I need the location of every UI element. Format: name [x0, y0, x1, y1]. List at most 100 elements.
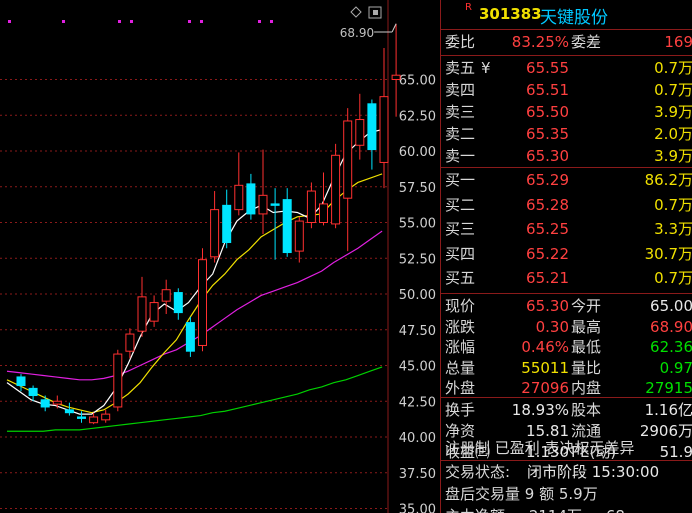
- ask-volume: 0.7万: [654, 59, 692, 77]
- quote-panel: R 301383 天键股份 委比 83.25% 委差 169 注册制 已盈利 表…: [440, 0, 692, 513]
- trade-status-label: 交易状态:: [445, 463, 511, 481]
- ask-row: 卖三 65.50 3.9万: [441, 101, 692, 124]
- y-tick-label: 45.00: [399, 360, 436, 375]
- fin-row: 净资 15.81 流通 2906万: [441, 420, 692, 443]
- bid-row: 买四 65.22 30.7万: [441, 243, 692, 266]
- candle-body[interactable]: [198, 259, 207, 346]
- candle-body[interactable]: [331, 154, 341, 225]
- candle-body[interactable]: [113, 353, 123, 408]
- y-tick-label: 65.00: [399, 74, 436, 89]
- ask-label: 卖一: [445, 147, 476, 165]
- y-tick-label: 42.50: [399, 395, 436, 410]
- marker-dot: [62, 20, 65, 23]
- candle-body[interactable]: [185, 322, 195, 352]
- kline-svg[interactable]: 65.00 62.50 60.00 57.50 55.00 52.50 50.00 47.50…: [0, 0, 440, 513]
- weibi-value: 83.25%: [511, 33, 569, 51]
- ask-label: 卖二: [445, 125, 476, 143]
- candle-body[interactable]: [16, 376, 26, 387]
- marker-dot: [118, 20, 121, 23]
- candle-body[interactable]: [246, 183, 256, 215]
- bid-price: 65.22: [526, 244, 569, 263]
- bid-row: 买五 65.21 0.7万: [441, 267, 692, 290]
- info-line-4: 主力净额 ... 2114万 ... 68: [441, 505, 692, 513]
- ask-price: 65.30: [526, 147, 569, 165]
- candle-body[interactable]: [306, 190, 316, 223]
- candle-body[interactable]: [270, 203, 280, 206]
- marker-dot: [8, 20, 11, 23]
- candle-body[interactable]: [379, 96, 389, 163]
- y-tick-label: 57.50: [399, 181, 436, 196]
- candle-body[interactable]: [355, 119, 365, 146]
- fin-label: 股本: [571, 401, 602, 419]
- y-tick-label: 37.50: [399, 467, 436, 482]
- window-icon-inner: [373, 10, 378, 15]
- bid-volume: 86.2万: [644, 171, 692, 189]
- trade-status-value: 闭市阶段 15:30:00: [527, 463, 660, 481]
- r-mark: R: [465, 2, 472, 13]
- ask-row: 卖四 65.51 0.7万: [441, 79, 692, 102]
- y-tick-label: 47.50: [399, 324, 436, 339]
- ask-row: 卖二 65.35 2.0万: [441, 123, 692, 146]
- y-tick-label: 35.00: [399, 503, 436, 513]
- kline-chart[interactable]: 65.00 62.50 60.00 57.50 55.00 52.50 50.00 47.50…: [0, 0, 440, 513]
- fin-value: 1.16亿: [644, 401, 692, 419]
- stat-value: 27915: [645, 379, 692, 397]
- candle-body[interactable]: [391, 74, 401, 80]
- candle-body[interactable]: [125, 333, 135, 352]
- divider: [441, 29, 692, 30]
- ask-label: 卖五: [445, 59, 476, 77]
- ma5-line: [6, 128, 383, 415]
- candle-body[interactable]: [222, 204, 232, 244]
- bid-label: 买四: [445, 244, 476, 263]
- candle-body[interactable]: [149, 302, 159, 322]
- fin-value: 2906万: [639, 422, 692, 440]
- y-tick-label: 62.50: [399, 109, 436, 124]
- candle-body[interactable]: [282, 199, 292, 254]
- bid-price: 65.29: [526, 171, 569, 189]
- stat-row: 外盘 27096 内盘 27915: [441, 377, 692, 400]
- candle-body[interactable]: [343, 120, 353, 199]
- bid-row: 买一 65.29 86.2万: [441, 169, 692, 192]
- candle-body[interactable]: [64, 409, 74, 414]
- candle-body[interactable]: [161, 289, 171, 302]
- bid-label: 买二: [445, 195, 476, 214]
- bid-label: 买五: [445, 269, 476, 287]
- candle-body[interactable]: [173, 292, 183, 314]
- stock-name[interactable]: 天键股份: [540, 3, 608, 28]
- y-tick-label: 55.00: [399, 217, 436, 232]
- candle-body[interactable]: [28, 387, 38, 397]
- stat-value: 27096: [521, 379, 569, 397]
- candle-body[interactable]: [101, 413, 111, 421]
- candle-body[interactable]: [52, 400, 62, 405]
- marker-dot: [270, 20, 273, 23]
- info-line-2: 交易状态: 闭市阶段 15:30:00: [441, 461, 692, 484]
- candle-body[interactable]: [137, 296, 147, 332]
- divider: [441, 293, 692, 294]
- diamond-icon[interactable]: [350, 6, 362, 18]
- fin-label: 换手: [445, 401, 476, 419]
- marker-dot: [130, 20, 133, 23]
- bid-volume: 30.7万: [644, 244, 692, 263]
- bid-price: 65.25: [526, 220, 569, 238]
- weicha-label: 委差: [571, 33, 602, 51]
- main-net-flow: 主力净额 ... 2114万 ... 68: [445, 505, 625, 513]
- candle-body[interactable]: [294, 220, 304, 252]
- bid-volume: 3.3万: [654, 220, 692, 238]
- candle-body[interactable]: [367, 103, 377, 151]
- candle-body[interactable]: [210, 209, 220, 258]
- ask-price: 65.50: [526, 103, 569, 121]
- candle-body[interactable]: [319, 203, 328, 224]
- weibi-row: 委比 83.25% 委差 169: [441, 31, 692, 54]
- candle-body[interactable]: [258, 194, 268, 215]
- ma20-line: [6, 230, 383, 381]
- ask-label: 卖三: [445, 103, 476, 121]
- ask-volume: 2.0万: [654, 125, 692, 143]
- ma60-line: [7, 366, 383, 432]
- candle-body[interactable]: [40, 399, 50, 408]
- bid-price: 65.28: [526, 195, 569, 214]
- candle-body[interactable]: [77, 416, 86, 419]
- candle-body[interactable]: [89, 416, 99, 424]
- ask-row: 卖一 65.30 3.9万: [441, 145, 692, 168]
- candle-body[interactable]: [234, 184, 244, 211]
- bid-label: 买一: [445, 171, 476, 189]
